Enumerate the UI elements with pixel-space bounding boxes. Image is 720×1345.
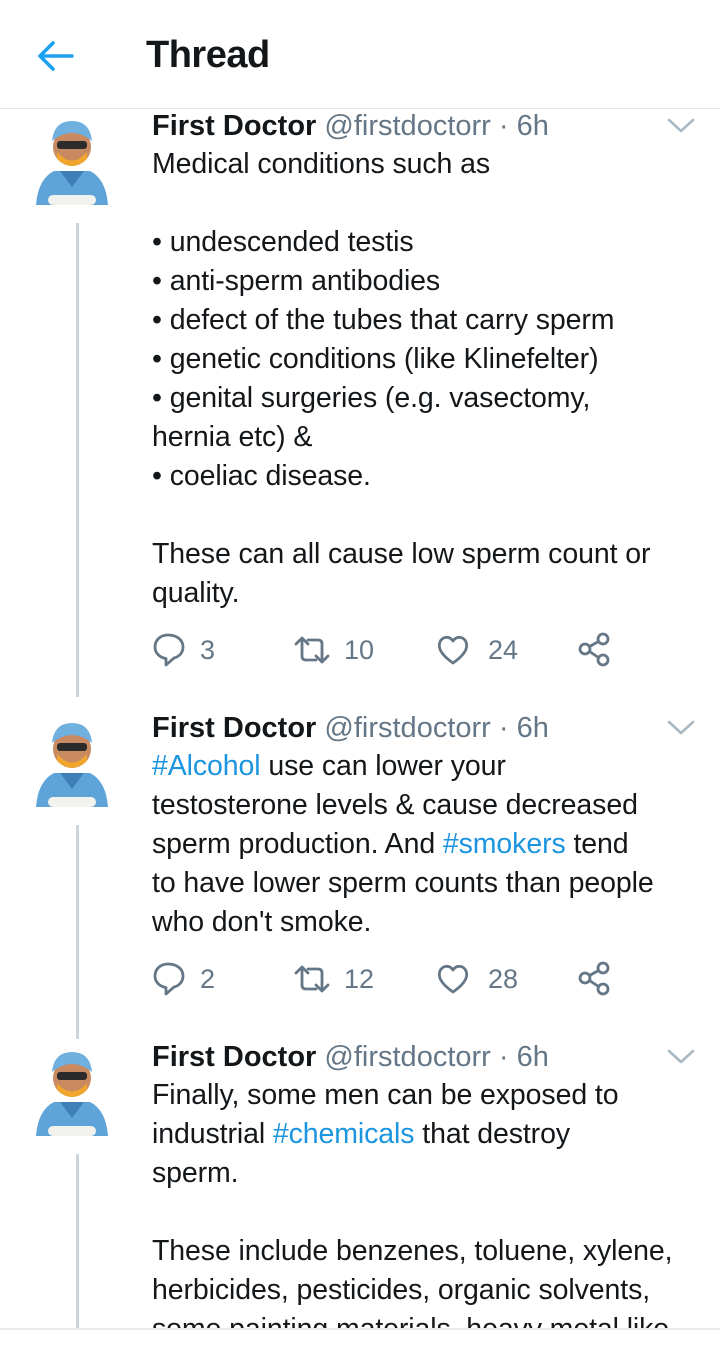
like-button[interactable]: 24 xyxy=(436,630,518,670)
share-button[interactable] xyxy=(578,630,610,670)
tweet-menu-button[interactable] xyxy=(664,713,698,743)
retweet-button[interactable]: 12 xyxy=(290,959,374,999)
chevron-down-icon xyxy=(667,720,695,735)
avatar[interactable] xyxy=(30,109,114,213)
thread-connector xyxy=(76,825,79,1039)
like-count: 24 xyxy=(488,634,519,665)
reply-button[interactable]: 2 xyxy=(152,959,215,999)
reply-icon xyxy=(153,633,185,667)
display-name[interactable]: First Doctor xyxy=(152,1041,316,1073)
arrow-left-icon xyxy=(38,41,74,71)
hashtag-link[interactable]: #chemicals xyxy=(273,1118,415,1150)
thread-connector xyxy=(76,223,79,697)
reply-button[interactable]: 3 xyxy=(152,630,215,670)
reply-count: 2 xyxy=(200,963,216,994)
tweet-menu-button[interactable] xyxy=(664,1042,698,1072)
retweet-count: 10 xyxy=(344,634,375,665)
thread-connector xyxy=(76,1154,79,1328)
user-handle[interactable]: @firstdoctorr xyxy=(324,110,490,142)
retweet-button[interactable]: 10 xyxy=(290,630,374,670)
separator: · xyxy=(498,1041,509,1073)
tweet-actions: 3 10 24 xyxy=(152,630,672,670)
share-icon xyxy=(578,632,610,667)
avatar[interactable] xyxy=(30,711,114,815)
tweet-text: #Alcohol use can lower your testosterone… xyxy=(152,747,697,942)
bottom-divider xyxy=(0,1328,720,1330)
tweet-header: First Doctor @firstdoctorr · 6h xyxy=(152,1040,549,1074)
tweet-text: Finally, some men can be exposed to indu… xyxy=(152,1076,697,1328)
display-name[interactable]: First Doctor xyxy=(152,712,316,744)
like-count: 28 xyxy=(488,963,519,994)
back-button[interactable] xyxy=(34,36,78,76)
page-title: Thread xyxy=(146,34,270,76)
reply-count: 3 xyxy=(200,634,216,665)
tweet-text: Medical conditions such as • undescended… xyxy=(152,148,651,609)
avatar[interactable] xyxy=(30,1040,114,1144)
separator: · xyxy=(498,712,509,744)
top-app-bar: Thread xyxy=(0,0,720,109)
chevron-down-icon xyxy=(667,1049,695,1064)
like-button[interactable]: 28 xyxy=(436,959,518,999)
retweet-icon xyxy=(294,965,330,993)
reply-icon xyxy=(153,962,185,996)
share-icon xyxy=(578,961,610,996)
heart-icon xyxy=(437,635,469,665)
tweet-header: First Doctor @firstdoctorr · 6h xyxy=(152,109,549,143)
timestamp[interactable]: 6h xyxy=(517,110,549,142)
timestamp[interactable]: 6h xyxy=(517,1041,549,1073)
chevron-down-icon xyxy=(667,118,695,133)
tweet-menu-button[interactable] xyxy=(664,111,698,141)
heart-icon xyxy=(437,964,469,994)
user-handle[interactable]: @firstdoctorr xyxy=(324,1041,490,1073)
thread-timeline[interactable]: First Doctor @firstdoctorr · 6h Medical … xyxy=(0,109,720,1328)
retweet-icon xyxy=(294,636,330,664)
tweet-header: First Doctor @firstdoctorr · 6h xyxy=(152,711,549,745)
share-button[interactable] xyxy=(578,959,610,999)
timestamp[interactable]: 6h xyxy=(517,712,549,744)
hashtag-link[interactable]: #Alcohol xyxy=(152,750,261,782)
separator: · xyxy=(498,110,509,142)
display-name[interactable]: First Doctor xyxy=(152,110,316,142)
user-handle[interactable]: @firstdoctorr xyxy=(324,712,490,744)
hashtag-link[interactable]: #smokers xyxy=(443,828,566,860)
tweet-actions: 2 12 28 xyxy=(152,959,672,999)
retweet-count: 12 xyxy=(344,963,375,994)
